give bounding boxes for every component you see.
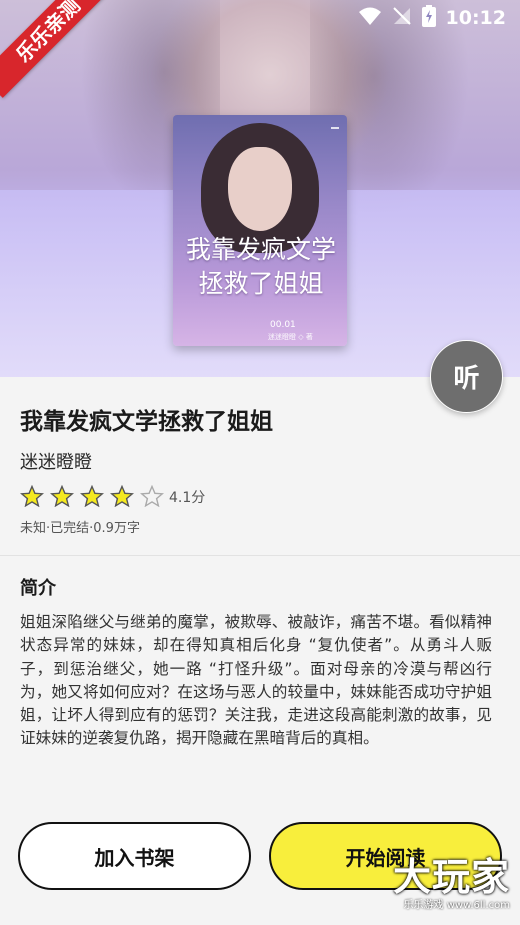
status-time: 10:12	[445, 7, 506, 29]
cover-menu-mark	[331, 127, 339, 129]
star-filled-icon	[80, 485, 104, 507]
battery-charging-icon	[421, 5, 436, 31]
book-author[interactable]: 迷迷瞪瞪	[20, 448, 92, 474]
divider	[0, 555, 520, 556]
book-cover[interactable]: 我靠发疯文学拯救了姐姐 00.01 迷迷瞪瞪 ◇ 著	[173, 115, 347, 346]
intro-text: 姐姐深陷继父与继弟的魔掌，被欺辱、被敲诈，痛苦不堪。看似精神状态异常的妹妹，却在…	[20, 613, 492, 748]
watermark-sub: 乐乐游戏 www.6ll.com	[403, 900, 510, 911]
status-bar: 10:12	[358, 5, 506, 31]
cover-title: 我靠发疯文学拯救了姐姐	[185, 235, 336, 298]
book-title: 我靠发疯文学拯救了姐姐	[20, 409, 273, 435]
star-empty-icon	[140, 485, 164, 507]
watermark: 大玩家	[392, 855, 510, 899]
star-filled-icon	[50, 485, 74, 507]
cover-episode: 00.01	[270, 320, 296, 330]
wifi-icon	[358, 6, 382, 30]
star-filled-icon	[110, 485, 134, 507]
cover-face-art	[228, 147, 292, 231]
signal-off-icon	[392, 6, 412, 30]
rating-stars	[20, 485, 164, 507]
intro-heading: 简介	[20, 578, 56, 599]
add-to-shelf-button[interactable]: 加入书架	[18, 822, 251, 890]
book-meta: 未知·已完结·0.9万字	[20, 521, 140, 536]
star-filled-icon	[20, 485, 44, 507]
rating-score: 4.1分	[169, 490, 206, 506]
cover-subtitle: 迷迷瞪瞪 ◇ 著	[268, 333, 313, 341]
listen-button[interactable]: 听	[430, 340, 503, 413]
